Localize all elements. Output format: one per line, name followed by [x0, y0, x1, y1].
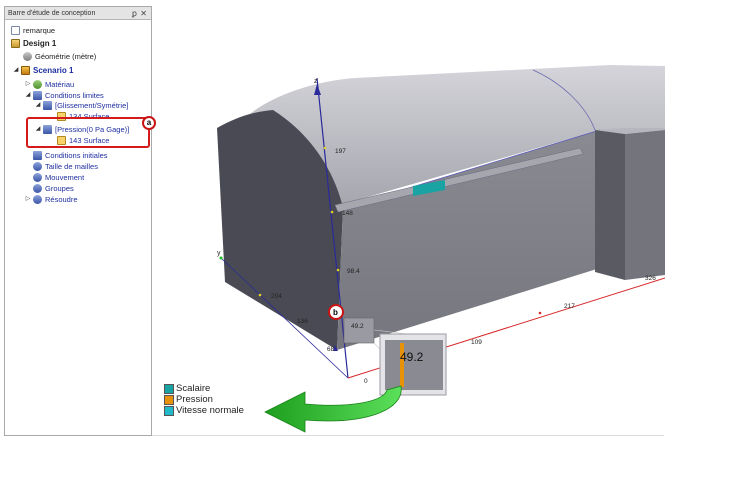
dim-148: 148 — [342, 210, 353, 217]
tree-item-groupes[interactable]: Groupes — [33, 183, 74, 194]
tree-item-label: Design 1 — [23, 39, 57, 48]
model-scene: 49.2 b z y 197 148 98.4 49.2 68 0 136 20… — [217, 65, 666, 433]
tree-item-label: remarque — [23, 26, 56, 35]
tree-item-label: Conditions initiales — [45, 151, 108, 160]
legend: Scalaire Pression Vitesse normale — [164, 383, 244, 416]
initial-conditions-icon — [33, 151, 42, 160]
close-icon[interactable]: ✕ — [140, 7, 147, 20]
axis-label-y: y — [217, 250, 221, 257]
legend-swatch-pression — [164, 394, 174, 405]
tree-item-label: Matériau — [45, 80, 75, 89]
tree-item-scenario[interactable]: ◢ Scenario 1 — [13, 65, 73, 76]
mesh-size-icon — [33, 162, 42, 171]
legend-swatch-vitesse — [164, 405, 174, 416]
side-box-side — [625, 130, 665, 280]
legend-swatch-scalaire — [164, 383, 174, 394]
slip-symmetry-icon — [43, 101, 52, 110]
target-box — [343, 317, 375, 344]
callout-b: b — [333, 308, 338, 317]
motion-icon — [33, 173, 42, 182]
tree-item-label: Groupes — [45, 184, 74, 193]
geometry-icon — [23, 52, 32, 61]
dim-49: 49.2 — [351, 323, 364, 330]
tree-item-taille-mailles[interactable]: Taille de mailles — [33, 161, 98, 172]
tree-item-design[interactable]: Design 1 — [11, 38, 56, 49]
pressure-highlight-box — [26, 117, 150, 148]
tree-item-resoudre[interactable]: ▷ Résoudre — [25, 194, 78, 205]
tree-item-label: [Glissement/Symétrie] — [55, 101, 129, 110]
collapse-icon[interactable]: ◢ — [13, 65, 19, 76]
dim-217: 217 — [564, 303, 575, 310]
dim-0: 0 — [364, 378, 368, 385]
legend-item-pression: Pression — [164, 394, 244, 405]
dim-98: 98.4 — [347, 268, 360, 275]
panel-title: Barre d'étude de conception — [8, 10, 96, 17]
tree-item-glissement[interactable]: ◢ [Glissement/Symétrie] — [35, 100, 128, 111]
zoom-value: 49.2 — [400, 350, 424, 364]
expand-icon[interactable]: ▷ — [25, 194, 31, 205]
tree-item-label: Scenario 1 — [33, 66, 74, 75]
callout-a: a — [142, 116, 156, 130]
legend-label: Vitesse normale — [176, 405, 244, 416]
collapse-icon[interactable]: ◢ — [25, 90, 31, 101]
tree-item-label: Résoudre — [45, 195, 78, 204]
dim-68: 68 — [327, 346, 335, 353]
design-icon — [11, 39, 20, 48]
legend-label: Scalaire — [176, 383, 211, 394]
design-study-panel: Barre d'étude de conception ꝑ ✕ remarque… — [4, 6, 152, 436]
tree-item-conditions-initiales[interactable]: Conditions initiales — [33, 150, 108, 161]
scenario-icon — [21, 66, 30, 75]
legend-item-scalaire: Scalaire — [164, 383, 244, 394]
expand-icon[interactable]: ▷ — [25, 79, 31, 90]
tree-item-label: Taille de mailles — [45, 162, 98, 171]
tree-item-label: Mouvement — [45, 173, 85, 182]
tree-item-label: Géométrie (mètre) — [35, 52, 97, 61]
solve-icon — [33, 195, 42, 204]
tree-item-remarque[interactable]: remarque — [11, 25, 55, 36]
groups-icon — [33, 184, 42, 193]
dim-136: 136 — [297, 318, 308, 325]
viewport-bottom-edge — [152, 435, 664, 436]
tree-item-geometrie[interactable]: Géométrie (mètre) — [23, 51, 96, 62]
collapse-icon[interactable]: ◢ — [35, 100, 41, 111]
legend-label: Pression — [176, 394, 213, 405]
dim-204: 204 — [271, 293, 282, 300]
note-icon — [11, 26, 20, 35]
boundary-conditions-icon — [33, 91, 42, 100]
panel-header: Barre d'étude de conception ꝑ ✕ — [5, 7, 151, 20]
tree-item-materiau[interactable]: ▷ Matériau — [25, 79, 74, 90]
dim-109: 109 — [471, 339, 482, 346]
dim-326: 326 — [645, 275, 656, 282]
dim-197: 197 — [335, 148, 346, 155]
model-viewport[interactable]: 49.2 b z y 197 148 98.4 49.2 68 0 136 20… — [155, 0, 666, 437]
material-icon — [33, 80, 42, 89]
tree-item-mouvement[interactable]: Mouvement — [33, 172, 84, 183]
pin-icon[interactable]: ꝑ — [132, 7, 137, 20]
axis-label-z: z — [314, 78, 318, 85]
side-box-front — [595, 130, 625, 280]
legend-item-vitesse: Vitesse normale — [164, 405, 244, 416]
